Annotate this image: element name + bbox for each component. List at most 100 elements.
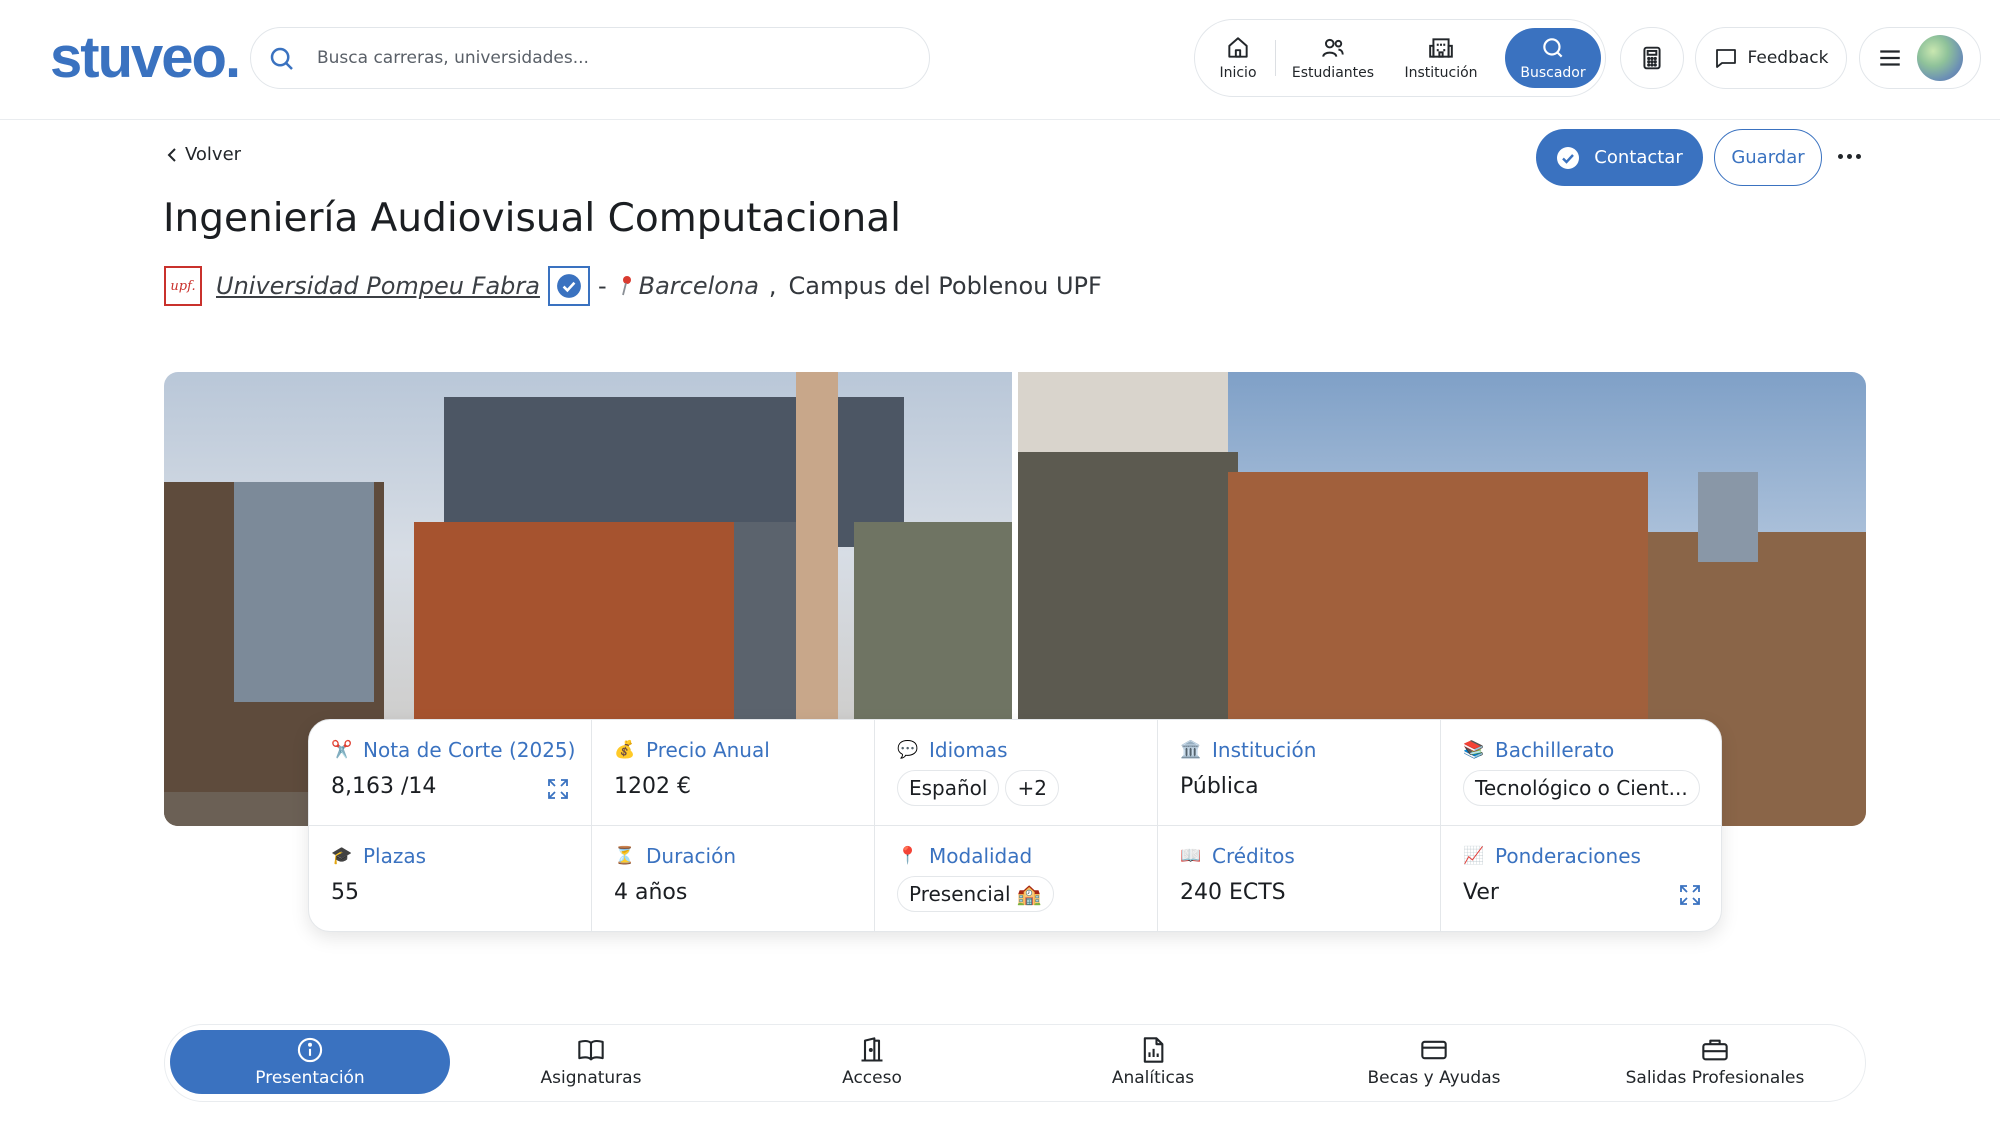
nav-estudiantes[interactable]: Estudiantes xyxy=(1283,20,1383,96)
feedback-button[interactable]: Feedback xyxy=(1695,27,1847,89)
money-bag-icon: 💰 xyxy=(614,740,636,760)
info-icon xyxy=(297,1037,323,1063)
modalidad-pill[interactable]: Presencial 🏫 xyxy=(897,876,1054,912)
top-header: stuveo. Inicio Estudiantes Institución B… xyxy=(0,0,2000,120)
users-icon xyxy=(1322,38,1344,57)
tab-asignaturas-label: Asignaturas xyxy=(540,1068,642,1088)
main-nav: Inicio Estudiantes Institución Buscador xyxy=(1194,19,1606,97)
bachillerato-label: Bachillerato xyxy=(1495,738,1615,762)
chart-icon: 📈 xyxy=(1463,846,1485,866)
duracion-heading: ⏳ Duración xyxy=(614,844,736,868)
institucion-heading: 🏛️ Institución xyxy=(1180,738,1316,762)
nota-label: Nota de Corte (2025) xyxy=(363,738,576,762)
hourglass-icon: ⏳ xyxy=(614,846,636,866)
bachillerato-value: Tecnológico o Cient... xyxy=(1463,770,1706,806)
nav-inicio[interactable]: Inicio xyxy=(1203,20,1273,96)
expand-icon[interactable] xyxy=(547,778,569,800)
more-languages-pill[interactable]: +2 xyxy=(1005,770,1059,806)
nav-buscador-label: Buscador xyxy=(1520,65,1586,81)
report-icon xyxy=(1143,1037,1164,1063)
back-label: Volver xyxy=(185,144,242,165)
contact-button[interactable]: Contactar xyxy=(1536,129,1703,186)
graduation-cap-icon: 🎓 xyxy=(331,846,353,866)
feedback-label: Feedback xyxy=(1747,48,1829,68)
creditos-label: Créditos xyxy=(1212,844,1295,868)
modalidad-cell: 📍 Modalidad Presencial 🏫 xyxy=(875,826,1158,931)
creditos-value: 240 ECTS xyxy=(1180,880,1286,905)
chat-icon xyxy=(1715,49,1736,68)
briefcase-icon xyxy=(1702,1039,1728,1061)
avatar xyxy=(1917,35,1963,81)
idiomas-heading: 💬 Idiomas xyxy=(897,738,1008,762)
dot-icon xyxy=(1837,153,1843,159)
ponderaciones-cell[interactable]: 📈 Ponderaciones Ver xyxy=(1441,826,1721,931)
verified-badge-icon xyxy=(1557,146,1580,169)
ponderaciones-heading: 📈 Ponderaciones xyxy=(1463,844,1641,868)
calculator-button[interactable] xyxy=(1620,27,1684,89)
comma: , xyxy=(768,272,777,300)
bachillerato-cell: 📚 Bachillerato Tecnológico o Cient... xyxy=(1441,720,1721,826)
user-menu-button[interactable] xyxy=(1859,27,1981,89)
duracion-label: Duración xyxy=(646,844,737,868)
creditos-cell: 📖 Créditos 240 ECTS xyxy=(1158,826,1441,931)
scissors-icon: ✂️ xyxy=(331,740,353,760)
background-tower xyxy=(1698,472,1758,562)
dot-icon xyxy=(1846,153,1852,159)
language-pill[interactable]: Español xyxy=(897,770,1000,806)
university-link[interactable]: Universidad Pompeu Fabra xyxy=(216,272,540,300)
nota-cell[interactable]: ✂️ Nota de Corte (2025) 8,163 /14 xyxy=(309,720,592,826)
door-icon xyxy=(861,1037,883,1062)
open-book-icon: 📖 xyxy=(1180,846,1202,866)
expand-icon[interactable] xyxy=(1679,884,1701,906)
ponderaciones-value: Ver xyxy=(1463,880,1499,905)
nav-institucion-label: Institución xyxy=(1404,65,1478,81)
nota-heading: ✂️ Nota de Corte (2025) xyxy=(331,738,575,762)
bachillerato-pill[interactable]: Tecnológico o Cient... xyxy=(1463,770,1700,806)
precio-cell: 💰 Precio Anual 1202 € xyxy=(592,720,875,826)
more-options-button[interactable] xyxy=(1834,140,1864,172)
nota-value: 8,163 /14 xyxy=(331,774,436,799)
back-link[interactable]: Volver xyxy=(165,144,241,165)
precio-heading: 💰 Precio Anual xyxy=(614,738,770,762)
tab-analiticas[interactable]: Analíticas xyxy=(1013,1030,1293,1094)
campus-name: Campus del Poblenou UPF xyxy=(788,272,1102,300)
university-logo: upf. xyxy=(164,266,202,306)
classical-building-icon: 🏛️ xyxy=(1180,740,1202,760)
nav-buscador[interactable]: Buscador xyxy=(1505,28,1601,88)
search-input[interactable] xyxy=(317,42,907,74)
nota-score: 8,163 xyxy=(331,774,394,799)
bachillerato-heading: 📚 Bachillerato xyxy=(1463,738,1614,762)
stuveo-logo[interactable]: stuveo. xyxy=(50,24,241,91)
calculator-icon xyxy=(1643,46,1661,70)
creditos-heading: 📖 Créditos xyxy=(1180,844,1295,868)
section-tabs: Presentación Asignaturas Acceso Analític… xyxy=(164,1024,1866,1102)
tab-acceso[interactable]: Acceso xyxy=(732,1030,1012,1094)
tab-asignaturas[interactable]: Asignaturas xyxy=(451,1030,731,1094)
verified-badge-icon xyxy=(557,274,581,298)
nav-inicio-label: Inicio xyxy=(1219,65,1257,81)
nav-divider xyxy=(1275,40,1276,76)
contact-label: Contactar xyxy=(1594,147,1683,168)
idiomas-label: Idiomas xyxy=(929,738,1008,762)
tab-presentacion[interactable]: Presentación xyxy=(170,1030,450,1094)
nav-institucion[interactable]: Institución xyxy=(1391,20,1491,96)
books-icon: 📚 xyxy=(1463,740,1485,760)
tab-salidas-label: Salidas Profesionales xyxy=(1625,1068,1805,1088)
save-button[interactable]: Guardar xyxy=(1714,129,1822,186)
tab-acceso-label: Acceso xyxy=(842,1068,902,1088)
search-box[interactable] xyxy=(250,27,930,89)
verified-badge xyxy=(547,266,590,306)
city-link[interactable]: Barcelona xyxy=(639,272,759,300)
glass-tower xyxy=(234,482,374,702)
nota-max: /14 xyxy=(400,774,437,799)
modalidad-heading: 📍 Modalidad xyxy=(897,844,1032,868)
plazas-heading: 🎓 Plazas xyxy=(331,844,426,868)
duracion-value: 4 años xyxy=(614,880,688,905)
tab-salidas[interactable]: Salidas Profesionales xyxy=(1575,1030,1855,1094)
modalidad-label: Modalidad xyxy=(929,844,1033,868)
card-icon xyxy=(1421,1040,1447,1060)
tab-becas[interactable]: Becas y Ayudas xyxy=(1294,1030,1574,1094)
page-title: Ingeniería Audiovisual Computacional xyxy=(163,196,901,241)
tab-becas-label: Becas y Ayudas xyxy=(1367,1068,1501,1088)
ponderaciones-label: Ponderaciones xyxy=(1495,844,1641,868)
